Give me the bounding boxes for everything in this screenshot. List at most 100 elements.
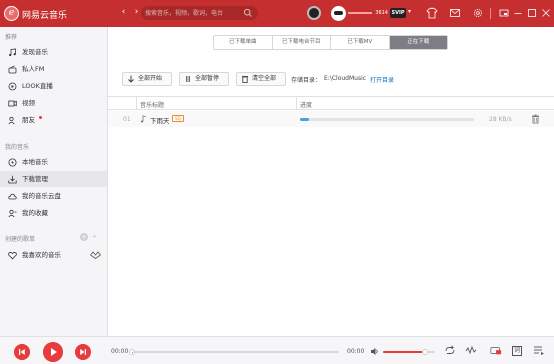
close-icon[interactable]: [540, 7, 552, 19]
music-note-icon: [141, 115, 147, 123]
app-title: 网易云音乐: [22, 11, 68, 21]
sidebar-item-look-live[interactable]: LOOK直播: [0, 78, 107, 94]
column-header-title[interactable]: 音乐标题: [140, 100, 164, 109]
search-icon[interactable]: [243, 8, 253, 18]
minimize-icon[interactable]: [512, 7, 524, 19]
heart-icon: [8, 252, 17, 260]
sq-quality-badge: SQ: [172, 115, 184, 122]
loop-mode-icon[interactable]: [444, 345, 456, 356]
column-divider[interactable]: [136, 97, 137, 109]
download-arrow-icon: [128, 75, 134, 83]
download-speed: 28 KB/s: [489, 116, 512, 123]
song-title: 下雨天: [150, 117, 170, 125]
clear-all-label: 清空全部: [252, 75, 277, 82]
delete-icon[interactable]: [531, 114, 540, 124]
sidebar-section-recommend: 推荐: [5, 34, 18, 41]
back-icon[interactable]: ‹: [117, 6, 130, 19]
tab-downloading[interactable]: 正在下载: [389, 36, 447, 49]
sidebar-item-download-manager[interactable]: 下载管理: [0, 171, 107, 187]
sidebar-item-cloud-drive[interactable]: 我的音乐云盘: [0, 188, 107, 204]
sidebar-item-video[interactable]: 视频: [0, 95, 107, 111]
playlist-icon[interactable]: [533, 345, 545, 356]
sidebar-item-label: 下载管理: [22, 175, 48, 183]
sidebar-item-label: 我喜欢的音乐: [22, 251, 61, 259]
storage-dir-path: E:\CloudMusic: [324, 75, 367, 82]
notification-dot: [39, 116, 42, 119]
pause-all-label: 全部暂停: [195, 75, 220, 82]
search-input[interactable]: [143, 7, 241, 19]
cloud-icon: [8, 193, 17, 200]
window-controls-divider: [490, 8, 491, 19]
sidebar-section-my-music: 我的音乐: [5, 144, 30, 151]
play-button[interactable]: [43, 342, 63, 362]
sidebar: 推荐 发现音乐 私人FM LOOK直播 视频 朋友 我的音乐 本地音乐 下载管理…: [0, 27, 108, 336]
listen-recognize-icon[interactable]: [307, 6, 321, 20]
download-icon: [8, 175, 17, 184]
column-divider[interactable]: [296, 97, 297, 109]
mini-mode-icon[interactable]: [498, 7, 510, 19]
sidebar-item-label: 本地音乐: [22, 158, 48, 166]
seek-handle[interactable]: [129, 349, 135, 355]
vip-sound-effect-icon[interactable]: [490, 345, 502, 356]
mail-icon[interactable]: [449, 7, 461, 19]
sidebar-item-friends[interactable]: 朋友: [0, 112, 107, 128]
music-note-icon: [9, 48, 16, 57]
trash-icon: [242, 76, 248, 83]
download-tabs: 已下载单曲 已下载电台节目 已下载MV 正在下载: [213, 35, 448, 50]
username[interactable]: 3614: [348, 9, 388, 17]
chevron-down-icon[interactable]: ▾: [408, 8, 411, 15]
open-directory-link[interactable]: 打开目录: [370, 75, 394, 84]
vip-badge[interactable]: SVIP: [390, 8, 406, 18]
tab-downloaded-mv[interactable]: 已下载MV: [331, 36, 390, 49]
sidebar-section-created-playlists: 创建的歌单: [5, 236, 36, 243]
tab-downloaded-songs[interactable]: 已下载单曲: [214, 36, 273, 49]
radio-icon: [8, 65, 17, 74]
previous-track-button[interactable]: [14, 344, 30, 360]
sidebar-item-label: 发现音乐: [22, 48, 48, 56]
start-all-button[interactable]: 全部开始: [122, 72, 172, 86]
storage-dir-label: 存储目录：: [291, 77, 322, 84]
start-all-label: 全部开始: [138, 75, 163, 82]
sidebar-item-local-music[interactable]: 本地音乐: [0, 154, 107, 170]
add-playlist-icon[interactable]: +: [80, 233, 88, 241]
lyrics-icon[interactable]: 词: [512, 346, 522, 356]
netease-logo-icon[interactable]: ℯ: [4, 6, 19, 21]
next-track-button[interactable]: [75, 344, 91, 360]
tab-downloaded-radio[interactable]: 已下载电台节目: [273, 36, 331, 49]
volume-icon[interactable]: [370, 347, 379, 356]
table-row[interactable]: 01 下雨天 SQ 28 KB/s: [108, 111, 554, 127]
current-time: 00:00: [111, 348, 129, 355]
column-header-progress[interactable]: 进度: [300, 100, 312, 109]
tingfeng-sound-effect-icon[interactable]: [465, 345, 477, 356]
clear-all-button[interactable]: 清空全部: [236, 72, 286, 86]
sidebar-item-favorites[interactable]: 我的收藏: [0, 205, 107, 221]
pause-icon: [186, 76, 190, 82]
download-progress-fill: [300, 118, 309, 121]
sidebar-item-liked-music[interactable]: 我喜欢的音乐: [0, 247, 107, 263]
volume-level: [383, 351, 425, 353]
settings-gear-icon[interactable]: [472, 7, 484, 19]
sidebar-item-discover-music[interactable]: 发现音乐: [0, 44, 107, 60]
row-index: 01: [123, 116, 131, 123]
pause-all-button[interactable]: 全部暂停: [179, 72, 229, 86]
sidebar-item-label: 我的收藏: [22, 209, 48, 217]
heartbeat-mode-icon[interactable]: [90, 251, 101, 259]
player-bar: 00:00 00:00 词: [0, 336, 554, 364]
sidebar-item-personal-fm[interactable]: 私人FM: [0, 61, 107, 77]
maximize-icon[interactable]: [526, 7, 538, 19]
title-bar: ℯ 网易云音乐 ‹ › 3614 SVIP ▾: [0, 0, 554, 27]
table-header: 音乐标题 进度: [108, 96, 554, 110]
volume-handle[interactable]: [421, 349, 428, 355]
volume-slider[interactable]: [383, 349, 435, 355]
sidebar-item-label: LOOK直播: [22, 82, 53, 90]
collection-icon: [8, 209, 17, 218]
sidebar-item-label: 私人FM: [22, 65, 45, 73]
friends-icon: [8, 116, 15, 125]
search-box: [141, 6, 258, 20]
seek-bar[interactable]: [129, 349, 339, 355]
skin-icon[interactable]: [426, 7, 438, 19]
sidebar-item-label: 视频: [22, 99, 35, 107]
avatar[interactable]: [331, 6, 346, 21]
local-music-icon: [8, 158, 17, 167]
chevron-down-icon[interactable]: ⌄: [92, 232, 97, 239]
